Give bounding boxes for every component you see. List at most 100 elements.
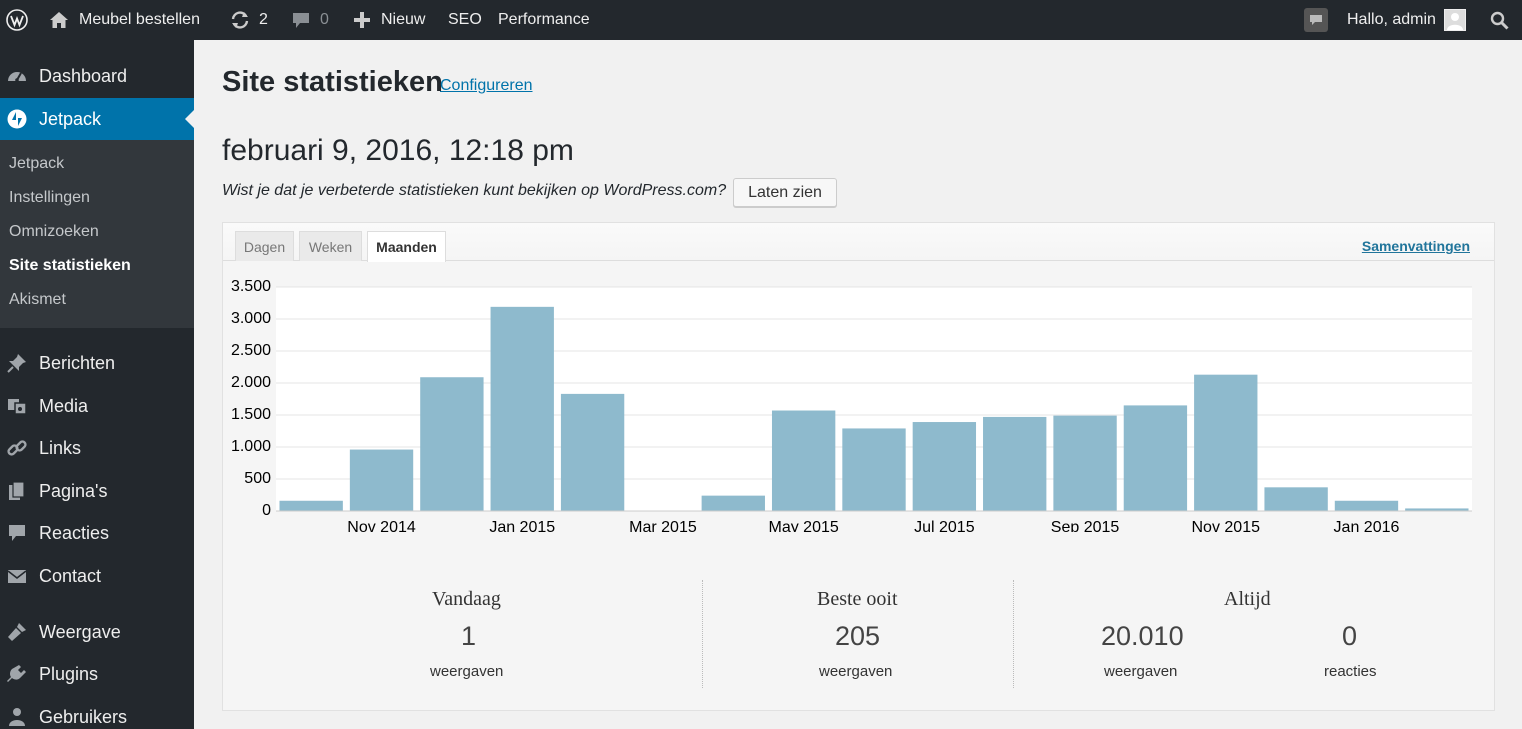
greeting: Hallo, admin — [1347, 11, 1436, 28]
home-icon — [49, 11, 69, 29]
menu-label: Reacties — [39, 522, 110, 543]
menu-appearance[interactable]: Weergave — [0, 611, 194, 653]
plus-icon — [353, 11, 371, 29]
y-tick-label: 2.500 — [231, 342, 271, 359]
x-tick-label: May 2015 — [769, 519, 839, 532]
today-value: 1 — [461, 621, 477, 651]
main-content: Site statistieken Configureren februari … — [194, 40, 1522, 729]
submenu-site-stats[interactable]: Site statistieken — [9, 257, 131, 275]
menu-comments[interactable]: Reacties — [0, 512, 194, 554]
seo-menu[interactable]: SEO — [448, 0, 482, 40]
chart-bar — [349, 449, 414, 511]
wordpress-logo-icon[interactable] — [6, 0, 28, 40]
y-tick-label: 0 — [262, 502, 271, 519]
tab-months[interactable]: Maanden — [367, 231, 446, 262]
media-icon — [7, 396, 27, 416]
chart-bar — [1194, 374, 1258, 511]
menu-plugins[interactable]: Plugins — [0, 653, 194, 695]
submenu-settings[interactable]: Instellingen — [9, 189, 90, 207]
alltime-views-unit: weergaven — [1104, 663, 1178, 680]
menu-label: Plugins — [39, 663, 99, 684]
menu-contact[interactable]: Contact — [0, 555, 194, 597]
menu-dashboard[interactable]: Dashboard — [0, 55, 194, 97]
site-home-link[interactable]: Meubel bestellen — [49, 0, 200, 40]
menu-jetpack[interactable]: Jetpack — [0, 98, 194, 140]
comments-link[interactable]: 0 — [292, 0, 329, 40]
chart-bar — [1053, 415, 1117, 511]
pages-icon — [7, 481, 27, 501]
dashboard-icon — [7, 66, 27, 86]
links-icon — [7, 438, 27, 458]
menu-label: Jetpack — [39, 108, 102, 129]
chart-bar — [1123, 405, 1188, 511]
menu-users[interactable]: Gebruikers — [0, 696, 194, 729]
mail-icon — [7, 566, 27, 586]
new-label: Nieuw — [381, 11, 426, 28]
y-tick-label: 3.500 — [231, 278, 271, 295]
tab-bar: Dagen Weken Maanden Samenvattingen — [223, 223, 1494, 262]
stat-divider — [1013, 580, 1014, 688]
chart-bar — [490, 306, 554, 511]
summaries-link[interactable]: Samenvattingen — [1362, 238, 1470, 254]
alltime-comments-unit: reacties — [1324, 663, 1377, 680]
menu-label: Berichten — [39, 352, 116, 373]
jetpack-submenu: Jetpack Instellingen Omnizoeken Site sta… — [0, 140, 194, 328]
updates-link[interactable]: 2 — [230, 0, 268, 40]
x-tick-label: Sep 2015 — [1051, 519, 1120, 532]
today-heading: Vandaag — [432, 588, 501, 610]
current-menu-arrow — [185, 110, 194, 128]
updates-icon — [230, 11, 250, 29]
y-tick-label: 1.000 — [231, 438, 271, 455]
chart-bar — [701, 495, 765, 511]
plugins-icon — [7, 664, 27, 684]
menu-links[interactable]: Links — [0, 427, 194, 469]
avatar — [1443, 9, 1466, 31]
menu-posts[interactable]: Berichten — [0, 342, 194, 384]
configure-link[interactable]: Configureren — [440, 77, 533, 95]
best-value: 205 — [835, 621, 881, 651]
admin-sidebar: Dashboard Jetpack Jetpack Instellingen O… — [0, 40, 194, 729]
alltime-heading: Altijd — [1224, 588, 1271, 610]
x-tick-label: Nov 2015 — [1192, 519, 1261, 532]
menu-pages[interactable]: Pagina's — [0, 470, 194, 512]
page-title: Site statistieken — [222, 66, 443, 98]
chart-bar — [1334, 500, 1399, 511]
show-button[interactable]: Laten zien — [733, 178, 837, 207]
comments-count: 0 — [320, 11, 329, 28]
stat-divider — [702, 580, 703, 688]
performance-menu[interactable]: Performance — [498, 0, 590, 40]
menu-label: Gebruikers — [39, 706, 128, 727]
chart-bar — [420, 377, 484, 511]
tab-weeks[interactable]: Weken — [299, 231, 362, 261]
new-content-link[interactable]: Nieuw — [353, 0, 425, 40]
tab-days[interactable]: Dagen — [235, 231, 294, 261]
updates-count: 2 — [259, 11, 268, 28]
submenu-omnisearch[interactable]: Omnizoeken — [9, 223, 99, 241]
admin-bar: Meubel bestellen 2 0 Nieuw SEO Performan… — [0, 0, 1522, 40]
menu-label: Contact — [39, 565, 102, 586]
today-unit: weergaven — [430, 663, 504, 680]
submenu-jetpack[interactable]: Jetpack — [9, 155, 64, 173]
performance-label: Performance — [498, 11, 590, 28]
notifications-icon[interactable] — [1304, 0, 1328, 40]
stats-datetime: februari 9, 2016, 12:18 pm — [222, 134, 574, 167]
alltime-views-value: 20.010 — [1101, 621, 1184, 651]
chart-bar — [983, 416, 1047, 511]
submenu-akismet[interactable]: Akismet — [9, 291, 66, 309]
alltime-comments-value: 0 — [1342, 621, 1358, 651]
users-icon — [7, 707, 27, 727]
account-menu[interactable]: Hallo, admin — [1347, 0, 1466, 40]
search-icon[interactable] — [1490, 0, 1509, 40]
pin-icon — [7, 353, 27, 373]
x-tick-label: Jul 2015 — [914, 519, 975, 532]
menu-label: Dashboard — [39, 65, 128, 86]
jetpack-icon — [7, 109, 27, 129]
chart-bar — [842, 428, 906, 511]
x-tick-label: Jan 2015 — [489, 519, 555, 532]
chart-bar — [279, 500, 343, 511]
y-tick-label: 2.000 — [231, 374, 271, 391]
chart-bar — [771, 410, 836, 511]
comments-icon — [7, 523, 27, 543]
chart-svg: 0 500 1.000 1.500 2.000 2.500 3.000 3.500 Nov 20… — [231, 278, 1472, 536]
menu-media[interactable]: Media — [0, 385, 194, 427]
